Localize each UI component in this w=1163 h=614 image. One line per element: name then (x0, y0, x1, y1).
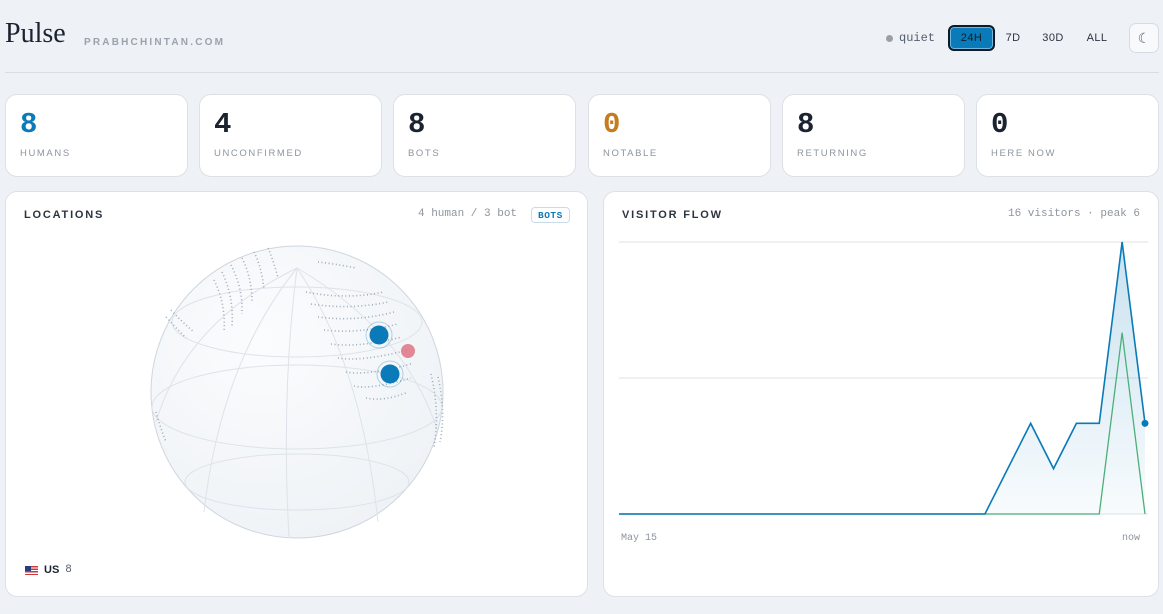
header-divider (5, 72, 1159, 73)
stat-value: 8 (408, 108, 426, 141)
stat-card-bots: 8 BOTS (393, 94, 576, 177)
range-7d-button[interactable]: 7D (998, 25, 1028, 51)
stat-card-notable: 0 NOTABLE (588, 94, 771, 177)
stat-label: RETURNING (797, 148, 868, 159)
country-code: US (44, 564, 60, 576)
x-axis-end-label: now (1121, 533, 1140, 544)
stat-card-unconfirmed: 4 UNCONFIRMED (199, 94, 382, 177)
range-24h-button[interactable]: 24H (948, 25, 995, 51)
site-domain: PRABHCHINTAN.COM (84, 37, 226, 48)
visitor-flow-panel: VISITOR FLOW 16 visitors · peak 6 May 15… (603, 191, 1159, 597)
x-axis-start-label: May 15 (621, 533, 658, 544)
header: Pulse PRABHCHINTAN.COM quiet 24H 7D 30D … (0, 0, 1163, 72)
locations-panel: LOCATIONS 4 human / 3 bot BOTS US 8 (5, 191, 588, 597)
range-all-button[interactable]: ALL (1079, 25, 1115, 51)
data-point (1141, 419, 1149, 427)
human-location-marker[interactable] (369, 325, 389, 345)
moon-icon: ☾ (1137, 29, 1151, 46)
range-30d-button[interactable]: 30D (1035, 25, 1071, 51)
stat-value: 4 (214, 108, 232, 141)
stat-card-returning: 8 RETURNING (782, 94, 965, 177)
stat-card-here-now: 0 HERE NOW (976, 94, 1159, 177)
brand-title: Pulse (5, 18, 66, 49)
globe-map[interactable] (6, 192, 589, 598)
visitor-flow-chart[interactable] (604, 192, 1160, 522)
stat-value: 0 (603, 108, 621, 141)
stat-value: 0 (991, 108, 1009, 141)
us-flag-icon (25, 565, 38, 575)
stat-value: 8 (20, 108, 38, 141)
stat-label: HERE NOW (991, 148, 1057, 159)
status-dot-icon (886, 34, 893, 42)
status-indicator: quiet (886, 31, 935, 45)
theme-toggle-button[interactable]: ☾ (1129, 23, 1159, 53)
stat-value: 8 (797, 108, 815, 141)
stat-label: BOTS (408, 148, 441, 159)
stat-card-humans: 8 HUMANS (5, 94, 188, 177)
country-row-us: US 8 (25, 564, 72, 576)
stat-label: HUMANS (20, 148, 71, 159)
country-count: 8 (65, 564, 72, 576)
stat-label: UNCONFIRMED (214, 148, 303, 159)
stat-label: NOTABLE (603, 148, 658, 159)
human-location-marker[interactable] (380, 364, 400, 384)
status-text: quiet (899, 31, 936, 45)
bot-location-marker[interactable] (401, 344, 415, 358)
